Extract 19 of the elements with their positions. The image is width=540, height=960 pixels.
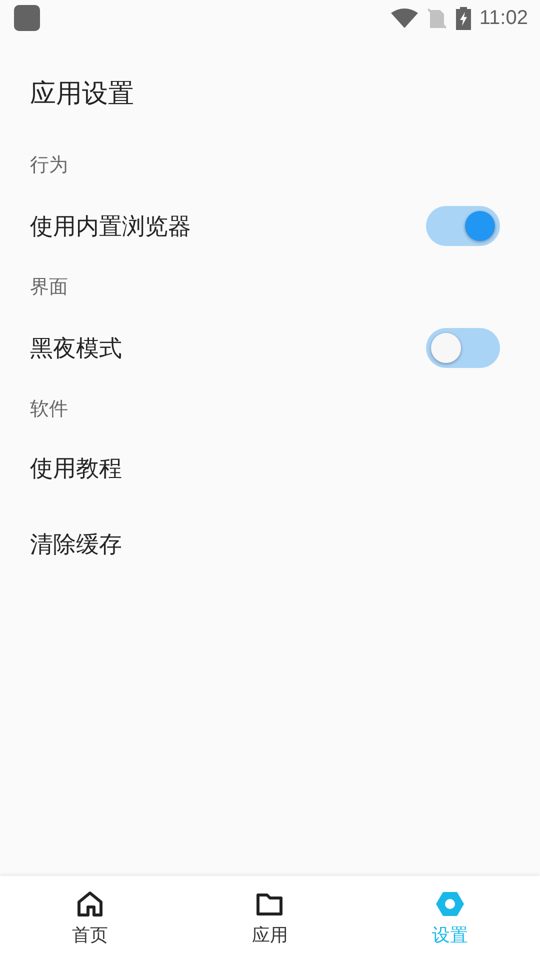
toggle-switch[interactable] — [426, 206, 500, 246]
section-header: 行为 — [30, 153, 68, 178]
home-icon — [75, 889, 105, 919]
status-time: 11:02 — [479, 6, 528, 30]
page-title: 应用设置 — [29, 78, 135, 111]
setting-item[interactable]: 清除缓存 — [30, 528, 122, 560]
no-sim-icon — [428, 8, 446, 28]
setting-label: 黑夜模式 — [30, 334, 123, 364]
app-icon — [14, 5, 40, 31]
hexagon-icon — [435, 889, 465, 919]
setting-label: 使用内置浏览器 — [30, 212, 192, 242]
setting-item[interactable]: 使用教程 — [30, 452, 122, 484]
section-header: 界面 — [30, 275, 68, 300]
section-header: 软件 — [30, 397, 68, 422]
battery-charging-icon — [456, 6, 472, 30]
toggle-switch[interactable] — [426, 328, 500, 368]
nav-tab[interactable]: 应用 — [180, 876, 360, 960]
nav-tab[interactable]: 首页 — [0, 876, 180, 960]
wifi-icon — [391, 8, 418, 28]
